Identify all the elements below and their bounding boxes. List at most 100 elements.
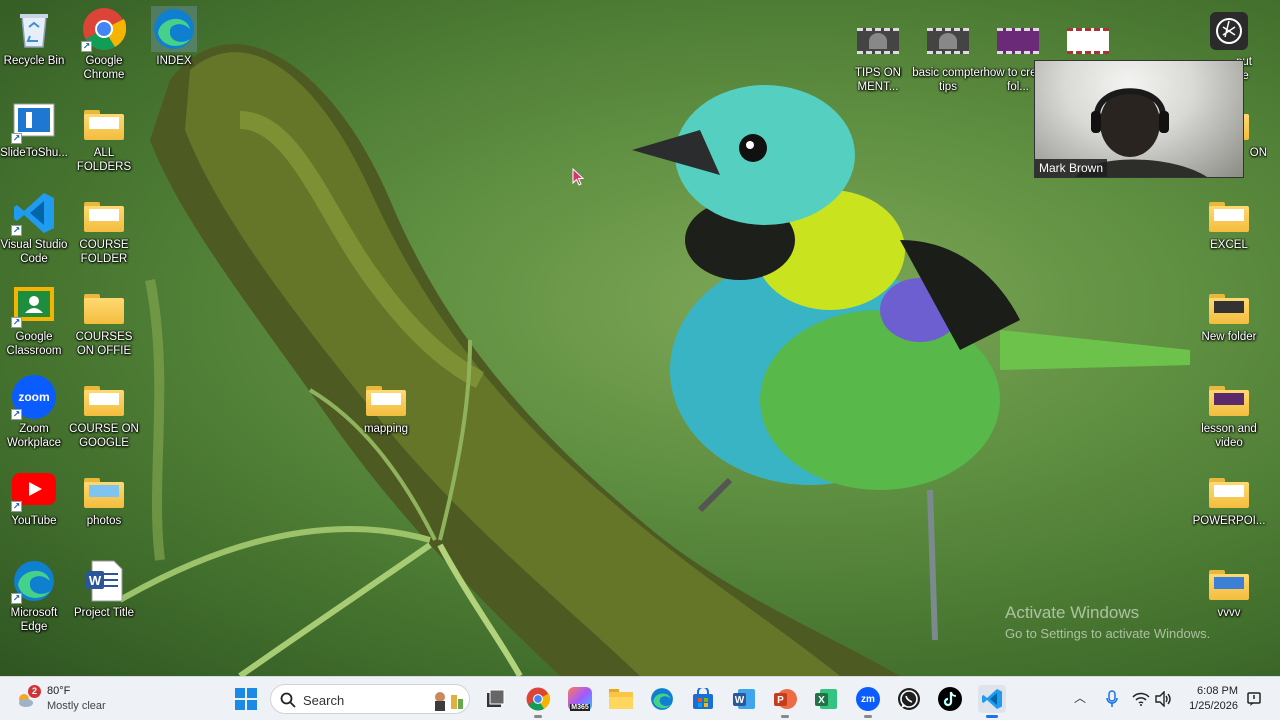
notification-bell-icon[interactable] <box>1244 689 1264 709</box>
word-icon: W <box>733 689 755 709</box>
folder-icon <box>81 190 127 236</box>
weather-widget[interactable]: 2 80°F Mostly clear <box>14 683 134 715</box>
zoom-icon: zoom ↗ <box>11 374 57 420</box>
taskbar-zoom[interactable]: zm <box>854 685 882 718</box>
desktop-icon-label: EXCEL <box>1210 239 1248 251</box>
desktop-icon-excel[interactable]: EXCEL <box>1191 190 1267 278</box>
folder-icon <box>1206 282 1252 328</box>
shortcut-arrow-icon: ↗ <box>11 409 22 420</box>
taskbar-tiktok[interactable] <box>936 685 964 713</box>
taskbar-microsoft-365[interactable]: M365 <box>566 685 594 713</box>
taskbar-word[interactable]: W <box>730 685 758 713</box>
vscode-icon <box>982 689 1002 709</box>
camera-control-icon[interactable] <box>1210 12 1248 50</box>
desktop-icon-course-on-google[interactable]: COURSE ON GOOGLE <box>66 374 142 462</box>
desktop-icon-label: basic compter tips <box>912 67 984 93</box>
desktop-icon-label: Visual Studio Code <box>0 239 68 265</box>
desktop-icon-youtube[interactable]: ↗ YouTube <box>0 466 72 554</box>
folder-icon <box>1206 558 1252 604</box>
taskbar-chrome[interactable] <box>524 685 552 718</box>
shortcut-arrow-icon: ↗ <box>11 133 22 144</box>
edge-icon <box>151 6 197 52</box>
desktop-icon-vscode[interactable]: ↗ Visual Studio Code <box>0 190 72 278</box>
desktop-icon-lesson-and-video[interactable]: lesson and video <box>1191 374 1267 462</box>
microphone-icon[interactable] <box>1102 689 1122 709</box>
desktop-icon-courses-on-offie[interactable]: COURSES ON OFFIE <box>66 282 142 370</box>
desktop-icon-google-classroom[interactable]: ↗ Google Classroom <box>0 282 72 370</box>
zoom-label: zm <box>861 693 875 705</box>
edge-icon <box>651 688 673 710</box>
desktop-icon-label: Microsoft Edge <box>10 607 58 633</box>
excel-icon: X <box>815 689 837 709</box>
taskbar-vscode[interactable] <box>978 685 1006 718</box>
word-document-icon: W <box>81 558 127 604</box>
desktop-icon-photos[interactable]: photos <box>66 466 142 554</box>
whatsapp-icon <box>898 688 920 710</box>
tiktok-icon <box>938 687 962 711</box>
desktop-icon-label: mapping <box>363 423 409 435</box>
edge-icon: ↗ <box>11 558 57 604</box>
desktop-icon-index[interactable]: INDEX <box>136 6 212 94</box>
youtube-icon: ↗ <box>11 466 57 512</box>
taskbar-powerpoint[interactable]: P <box>771 685 799 718</box>
desktop-icon-label: COURSE FOLDER <box>79 239 129 265</box>
taskbar-file-explorer[interactable] <box>607 685 635 713</box>
taskbar-edge[interactable] <box>648 685 676 713</box>
svg-text:X: X <box>818 695 825 706</box>
desktop-icon-zoom[interactable]: zoom ↗ Zoom Workplace <box>0 374 72 462</box>
desktop-icon-label: Zoom Workplace <box>6 423 62 449</box>
notification-badge: 2 <box>28 685 41 698</box>
active-indicator <box>986 715 998 718</box>
m365-label: M365 <box>570 704 590 711</box>
desktop-icon-label: SlideToShu... <box>0 147 68 159</box>
desktop-icon-new-folder[interactable]: New folder <box>1191 282 1267 370</box>
folder-icon <box>1206 374 1252 420</box>
desktop-icon-label: photos <box>86 515 122 527</box>
desktop-icon-all-folders[interactable]: ALL FOLDERS <box>66 98 142 186</box>
desktop-icon-project-title[interactable]: W Project Title <box>66 558 142 646</box>
desktop-icon-label: TIPS ON MENT... <box>854 67 901 93</box>
taskbar-clock[interactable]: 6:08 PM 1/25/2026 <box>1184 684 1238 714</box>
vscode-icon: ↗ <box>11 190 57 236</box>
taskbar-search-input[interactable]: Search <box>270 684 470 714</box>
desktop-icon-course-folder[interactable]: COURSE FOLDER <box>66 190 142 278</box>
mouse-cursor-icon <box>572 168 584 186</box>
desktop-icon-microsoft-edge[interactable]: ↗ Microsoft Edge <box>0 558 72 646</box>
folder-icon <box>1206 190 1252 236</box>
shortcut-arrow-icon: ↗ <box>11 225 22 236</box>
shortcut-arrow-icon: ↗ <box>11 317 22 328</box>
taskbar-whatsapp[interactable] <box>895 685 923 713</box>
shortcut-arrow-icon: ↗ <box>11 593 22 604</box>
desktop-icon-google-chrome[interactable]: ↗ Google Chrome <box>66 6 142 94</box>
weather-temperature: 80°F <box>47 685 71 697</box>
taskbar-excel[interactable]: X <box>812 685 840 713</box>
folder-icon <box>81 98 127 144</box>
weather-condition: Mostly clear <box>47 700 106 712</box>
desktop-icon-label: COURSE ON GOOGLE <box>69 423 139 449</box>
desktop-icon-slide-to-shutdown[interactable]: ↗ SlideToShu... <box>0 98 72 186</box>
wifi-icon[interactable] <box>1131 689 1151 709</box>
taskbar-file-manager[interactable] <box>481 685 509 713</box>
volume-icon[interactable] <box>1154 689 1174 709</box>
desktop-icon-powerpoi[interactable]: POWERPOI... <box>1191 466 1267 554</box>
powerpoint-icon: P <box>774 689 797 709</box>
webcam-overlay[interactable]: Mark Brown <box>1034 60 1244 178</box>
windows-logo-icon <box>235 688 257 710</box>
desktop-icon-mapping[interactable]: mapping <box>348 374 424 462</box>
folder-icon <box>81 374 127 420</box>
desktop-icon-basic-compter-tips[interactable]: basic compter tips <box>910 18 986 106</box>
desktop-icon-label: YouTube <box>11 515 57 527</box>
video-thumbnail-icon <box>1065 18 1111 64</box>
tray-overflow-chevron-up-icon[interactable]: ︿ <box>1074 689 1086 706</box>
desktop-icon-recycle-bin[interactable]: Recycle Bin <box>0 6 72 94</box>
desktop-icon-label: ALL FOLDERS <box>76 147 132 173</box>
folder-icon <box>363 374 409 420</box>
desktop-icon-tips-on-ment[interactable]: TIPS ON MENT... <box>840 18 916 106</box>
file-explorer-icon <box>609 689 633 709</box>
shortcut-arrow-icon: ↗ <box>11 501 22 512</box>
taskbar-store[interactable] <box>689 685 717 713</box>
start-button[interactable] <box>232 685 260 713</box>
svg-text:W: W <box>89 573 102 588</box>
running-indicator <box>781 715 789 718</box>
zoom-icon: zm <box>856 687 880 711</box>
